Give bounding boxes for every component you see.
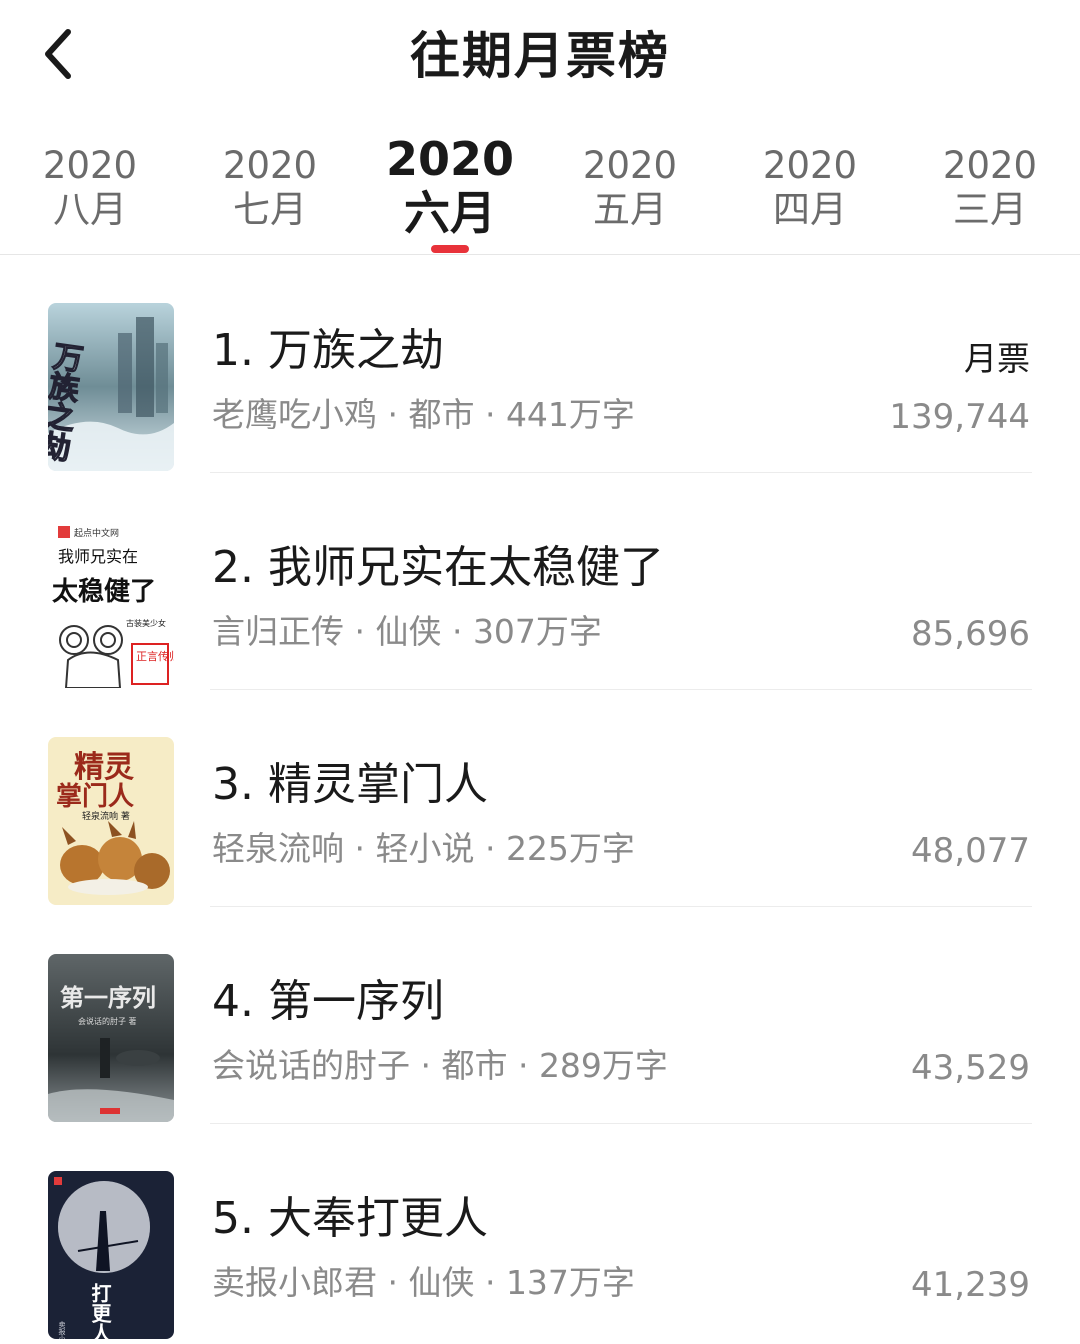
tab-month: 七月 bbox=[233, 188, 307, 231]
book-title: 3. 精灵掌门人 bbox=[212, 759, 488, 810]
tab-year: 2020 bbox=[222, 144, 318, 187]
votes-count: 48,077 bbox=[911, 831, 1030, 871]
book-meta: 轻泉流响 · 轻小说 · 225万字 bbox=[212, 829, 635, 868]
book-cover: 起点中文网 我师兄实在 太稳健了 古装美少女 正言传归 bbox=[48, 520, 174, 688]
votes-count: 85,696 bbox=[911, 614, 1030, 654]
book-cover: 万族之劫 bbox=[48, 303, 174, 471]
top-bar: 往期月票榜 bbox=[0, 0, 1080, 110]
svg-text:正言传归: 正言传归 bbox=[136, 649, 174, 663]
tab-month: 四月 bbox=[773, 188, 847, 231]
active-tab-indicator bbox=[431, 245, 469, 253]
svg-text:卖报小郎君 著: 卖报小郎君 著 bbox=[58, 1321, 66, 1339]
tab-2020-may[interactable]: 2020 五月 bbox=[540, 120, 720, 232]
ranking-row-5[interactable]: 卖报小郎君 著 打更人 5. 大奉打更人 卖报小郎君 · 仙侠 · 137万字 … bbox=[0, 1123, 1080, 1340]
month-tabs: 2020 八月 2020 七月 2020 六月 2020 五月 2020 四月 … bbox=[0, 120, 1080, 255]
tab-2020-march[interactable]: 2020 三月 bbox=[900, 120, 1080, 232]
ranking-row-3[interactable]: 精灵 掌门人 轻泉流响 著 3. 精灵掌门人 轻泉流响 · 轻小说 · 225万… bbox=[0, 689, 1080, 907]
svg-text:古装美少女: 古装美少女 bbox=[126, 618, 166, 628]
votes-label: 月票 bbox=[964, 339, 1030, 378]
book-meta: 老鹰吃小鸡 · 都市 · 441万字 bbox=[212, 395, 635, 434]
book-cover: 卖报小郎君 著 打更人 bbox=[48, 1171, 174, 1339]
tab-year: 2020 bbox=[762, 144, 858, 187]
book-meta: 卖报小郎君 · 仙侠 · 137万字 bbox=[212, 1263, 635, 1302]
book-meta: 会说话的肘子 · 都市 · 289万字 bbox=[212, 1046, 668, 1085]
tab-month: 三月 bbox=[953, 188, 1027, 231]
votes-count: 41,239 bbox=[911, 1265, 1030, 1305]
ranking-row-2[interactable]: 起点中文网 我师兄实在 太稳健了 古装美少女 正言传归 2. 我师兄实在太稳健了… bbox=[0, 472, 1080, 690]
book-title: 2. 我师兄实在太稳健了 bbox=[212, 542, 664, 593]
page-title: 往期月票榜 bbox=[410, 27, 670, 85]
tab-year: 2020 bbox=[385, 132, 515, 186]
votes-count: 43,529 bbox=[911, 1048, 1030, 1088]
svg-text:起点中文网: 起点中文网 bbox=[74, 527, 119, 539]
svg-text:掌门人: 掌门人 bbox=[56, 782, 134, 812]
svg-text:会说话的肘子 著: 会说话的肘子 著 bbox=[78, 1016, 137, 1026]
book-title: 5. 大奉打更人 bbox=[212, 1193, 488, 1244]
book-cover: 精灵 掌门人 轻泉流响 著 bbox=[48, 737, 174, 905]
tab-2020-june[interactable]: 2020 六月 bbox=[360, 120, 540, 240]
book-title: 4. 第一序列 bbox=[212, 976, 444, 1027]
book-meta: 言归正传 · 仙侠 · 307万字 bbox=[212, 612, 602, 651]
svg-text:太稳健了: 太稳健了 bbox=[52, 576, 156, 607]
tab-2020-august[interactable]: 2020 八月 bbox=[0, 120, 180, 232]
book-title: 1. 万族之劫 bbox=[212, 325, 444, 376]
tab-month: 八月 bbox=[53, 188, 127, 231]
tab-year: 2020 bbox=[42, 144, 138, 187]
svg-text:我师兄实在: 我师兄实在 bbox=[58, 547, 138, 566]
tab-year: 2020 bbox=[942, 144, 1038, 187]
ranking-row-1[interactable]: 万族之劫 1. 万族之劫 老鹰吃小鸡 · 都市 · 441万字 月票 139,7… bbox=[0, 255, 1080, 473]
tab-year: 2020 bbox=[582, 144, 678, 187]
ranking-row-4[interactable]: 第一序列 会说话的肘子 著 4. 第一序列 会说话的肘子 · 都市 · 289万… bbox=[0, 906, 1080, 1124]
tab-2020-april[interactable]: 2020 四月 bbox=[720, 120, 900, 232]
tab-month: 六月 bbox=[404, 186, 496, 240]
svg-text:第一序列: 第一序列 bbox=[60, 984, 156, 1012]
tab-month: 五月 bbox=[593, 188, 667, 231]
votes-count: 139,744 bbox=[889, 397, 1030, 437]
svg-text:精灵: 精灵 bbox=[74, 750, 134, 785]
tab-2020-july[interactable]: 2020 七月 bbox=[180, 120, 360, 232]
book-cover: 第一序列 会说话的肘子 著 bbox=[48, 954, 174, 1122]
svg-text:打更人: 打更人 bbox=[88, 1282, 112, 1339]
svg-text:轻泉流响 著: 轻泉流响 著 bbox=[82, 810, 130, 822]
